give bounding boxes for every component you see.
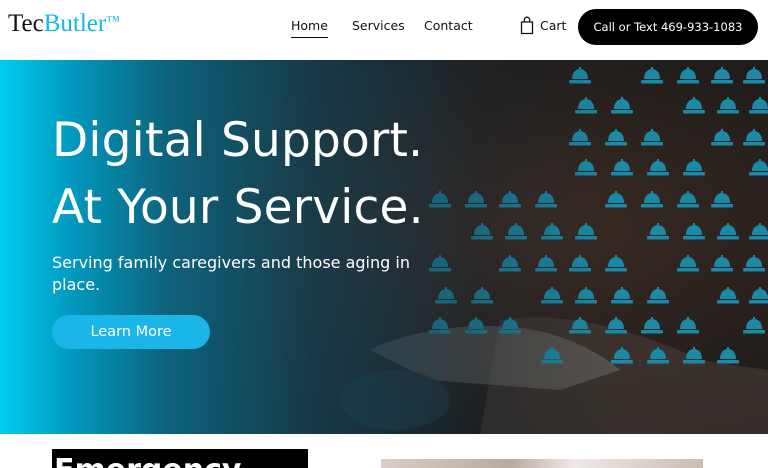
hero-title-line-2: At Your Service. xyxy=(52,180,424,235)
site-header: TecButler™ Home Services Contact Cart Ca… xyxy=(0,0,768,60)
hero-section: Digital Support. At Your Service. Servin… xyxy=(0,60,768,434)
cart-label: Cart xyxy=(540,18,567,33)
logo-text-tec: Tec xyxy=(8,10,44,37)
hero-title-line-1: Digital Support. xyxy=(52,113,424,168)
tecbutler-logo[interactable]: TecButler™ xyxy=(8,10,120,38)
shopping-bag-icon xyxy=(520,16,534,35)
emergency-heading: Emergency xyxy=(54,454,241,468)
logo-trademark: ™ xyxy=(106,14,120,29)
service-photo-card[interactable] xyxy=(381,459,703,468)
cart-link[interactable]: Cart xyxy=(520,16,566,35)
nav-home-link[interactable]: Home xyxy=(291,18,328,38)
learn-more-button[interactable]: Learn More xyxy=(52,315,210,349)
emergency-card[interactable]: Emergency xyxy=(52,449,308,468)
nav-services-link[interactable]: Services xyxy=(352,18,405,33)
nav-contact-link[interactable]: Contact xyxy=(424,18,473,33)
hero-subtitle: Serving family caregivers and those agin… xyxy=(52,253,410,294)
call-or-text-button[interactable]: Call or Text 469-933-1083 xyxy=(578,9,758,45)
logo-text-butler: Butler xyxy=(43,10,107,37)
